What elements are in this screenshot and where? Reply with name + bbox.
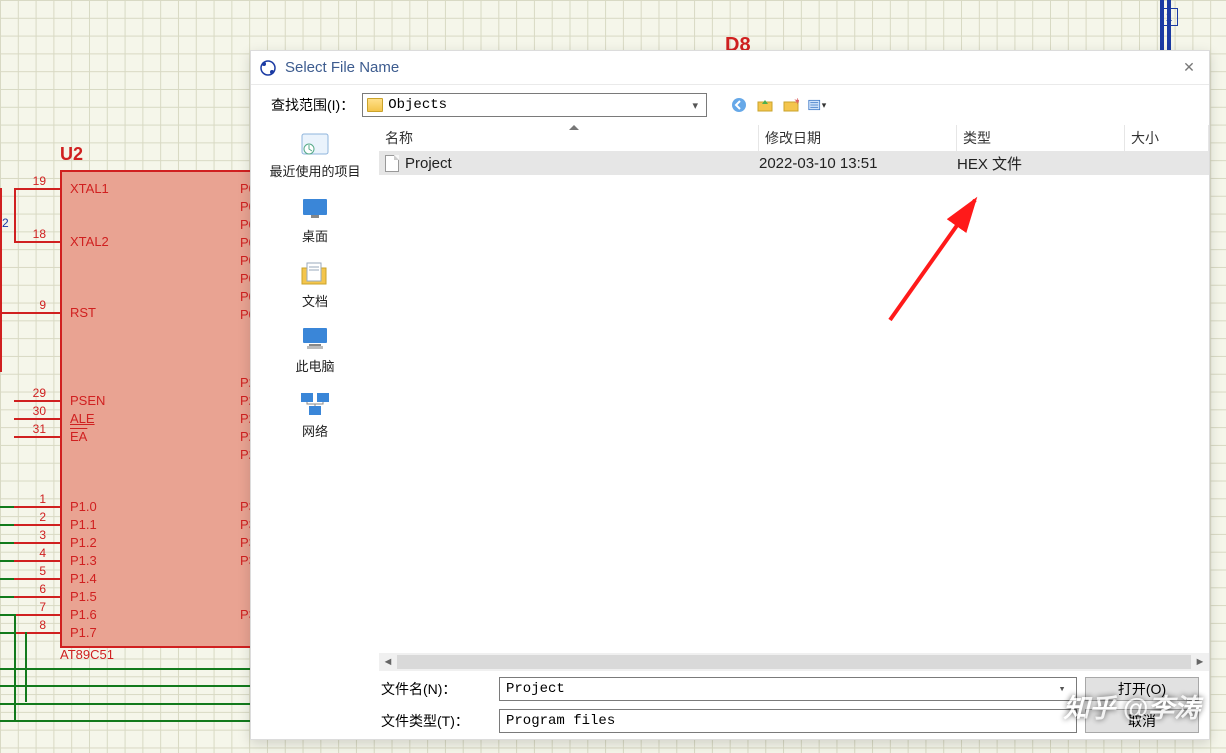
col-date[interactable]: 修改日期 bbox=[759, 125, 957, 151]
chevron-down-icon: ▾ bbox=[688, 99, 702, 112]
bus-number: 2 bbox=[2, 216, 9, 230]
pin-label: EA bbox=[70, 430, 87, 443]
pin-label: XTAL2 bbox=[70, 235, 109, 248]
dialog-title: Select File Name bbox=[285, 59, 399, 76]
pin-num: 4 bbox=[33, 546, 46, 560]
watermark: 知乎 @李涛 bbox=[1063, 688, 1200, 725]
pin-label: PSEN bbox=[70, 394, 105, 407]
file-date: 2022-03-10 13:51 bbox=[759, 155, 957, 172]
column-headers: 名称 修改日期 类型 大小 bbox=[379, 125, 1209, 151]
filename-label: 文件名(N)： bbox=[381, 679, 491, 699]
pin-label: P1.2 bbox=[70, 536, 97, 549]
scroll-track[interactable] bbox=[397, 655, 1191, 669]
col-size[interactable]: 大小 bbox=[1125, 125, 1209, 151]
pin-label: P1.6 bbox=[70, 608, 97, 621]
titlebar[interactable]: Select File Name ✕ bbox=[251, 51, 1209, 85]
sidebar-recent[interactable]: 最近使用的项目 bbox=[269, 129, 360, 180]
filetype-label: 文件类型(T)： bbox=[381, 711, 491, 731]
recent-icon bbox=[297, 129, 333, 159]
view-menu-icon[interactable]: ▾ bbox=[808, 96, 826, 114]
pin-label: ALE bbox=[70, 412, 95, 425]
folder-icon bbox=[367, 98, 383, 112]
filename-input[interactable]: Project ▾ bbox=[499, 677, 1077, 701]
pin-num: 3 bbox=[33, 528, 46, 542]
sidebar-label: 桌面 bbox=[302, 226, 328, 245]
sidebar-label: 最近使用的项目 bbox=[269, 161, 360, 180]
pin-label: XTAL1 bbox=[70, 182, 109, 195]
close-button[interactable]: ✕ bbox=[1169, 51, 1209, 84]
col-type[interactable]: 类型 bbox=[957, 125, 1125, 151]
pin-label: P1.3 bbox=[70, 554, 97, 567]
network-icon bbox=[297, 389, 333, 419]
proteus-logo-icon bbox=[259, 59, 277, 77]
pin-num: 1 bbox=[33, 492, 46, 506]
file-name: Project bbox=[405, 155, 452, 172]
pin-num: 19 bbox=[26, 174, 46, 188]
file-row[interactable]: Project 2022-03-10 13:51 HEX 文件 bbox=[379, 151, 1209, 175]
horizontal-scrollbar[interactable]: ◄ ► bbox=[379, 653, 1209, 671]
this-pc-icon bbox=[297, 324, 333, 354]
pin-num: 30 bbox=[26, 404, 46, 418]
pin-num: 5 bbox=[33, 564, 46, 578]
look-in-label: 查找范围(I)： bbox=[271, 95, 354, 115]
documents-icon bbox=[297, 259, 333, 289]
pin-num: 7 bbox=[33, 600, 46, 614]
pin-num: 6 bbox=[33, 582, 46, 596]
sidebar-desktop[interactable]: 桌面 bbox=[297, 194, 333, 245]
pin-label: P1.1 bbox=[70, 518, 97, 531]
file-type: HEX 文件 bbox=[957, 153, 1125, 174]
desktop-icon bbox=[297, 194, 333, 224]
col-name[interactable]: 名称 bbox=[379, 125, 759, 151]
file-icon bbox=[385, 155, 399, 172]
pin-num: 8 bbox=[33, 618, 46, 632]
pin-num: 31 bbox=[26, 422, 46, 436]
pin-label: P1.4 bbox=[70, 572, 97, 585]
scroll-left-arrow[interactable]: ◄ bbox=[379, 653, 397, 671]
pin-num: 18 bbox=[26, 227, 46, 241]
scroll-right-arrow[interactable]: ► bbox=[1191, 653, 1209, 671]
svg-text:✶: ✶ bbox=[794, 97, 799, 106]
sidebar-label: 此电脑 bbox=[295, 356, 334, 375]
part-name: AT89C51 bbox=[60, 648, 114, 661]
new-folder-icon[interactable]: ✶ bbox=[782, 96, 800, 114]
pin-label: P1.7 bbox=[70, 626, 97, 639]
sidebar-network[interactable]: 网络 bbox=[297, 389, 333, 440]
pin-label: RST bbox=[70, 306, 96, 319]
file-list-area: 名称 修改日期 类型 大小 Project 2022-03-10 13:51 H… bbox=[379, 125, 1209, 671]
component-ref: U2 bbox=[60, 144, 83, 165]
sidebar-documents[interactable]: 文档 bbox=[297, 259, 333, 310]
filetype-select[interactable]: Program files bbox=[499, 709, 1077, 733]
back-icon[interactable] bbox=[730, 96, 748, 114]
look-in-toolbar: 查找范围(I)： ▾ ✶ ▾ bbox=[251, 85, 1209, 125]
sidebar-label: 文档 bbox=[302, 291, 328, 310]
pin-num: 9 bbox=[33, 298, 46, 312]
sidebar-this-pc[interactable]: 此电脑 bbox=[295, 324, 334, 375]
pin-num: 2 bbox=[33, 510, 46, 524]
places-sidebar: 最近使用的项目 桌面 文档 此电脑 bbox=[251, 125, 379, 671]
file-dialog: Select File Name ✕ 查找范围(I)： ▾ ✶ ▾ bbox=[250, 50, 1210, 740]
look-in-value[interactable] bbox=[388, 97, 688, 113]
look-in-dropdown[interactable]: ▾ bbox=[362, 93, 707, 117]
sidebar-label: 网络 bbox=[302, 421, 328, 440]
pin-label: P1.0 bbox=[70, 500, 97, 513]
pin-num: 29 bbox=[26, 386, 46, 400]
bus-number: 1 bbox=[1166, 10, 1173, 24]
pin-label: P1.5 bbox=[70, 590, 97, 603]
up-folder-icon[interactable] bbox=[756, 96, 774, 114]
